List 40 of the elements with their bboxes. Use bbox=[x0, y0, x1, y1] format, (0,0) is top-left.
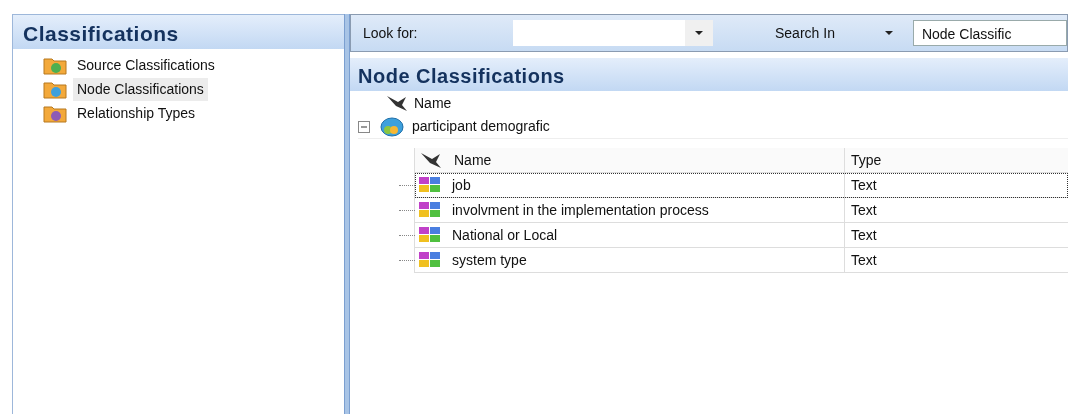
column-header[interactable]: Type bbox=[845, 149, 882, 171]
table-row[interactable]: National or Local Text bbox=[415, 223, 1068, 248]
table-cell-text: job bbox=[452, 175, 471, 195]
panel-title: Node Classifications bbox=[350, 58, 1068, 91]
tree-item[interactable]: Node Classifications bbox=[73, 77, 208, 101]
tree-item[interactable]: Source Classifications bbox=[73, 53, 219, 77]
look-for-label: Look for: bbox=[363, 23, 419, 43]
table-cell-text: system type bbox=[452, 250, 527, 270]
tree-line bbox=[399, 210, 415, 211]
grid-icon bbox=[418, 201, 442, 219]
tree-item[interactable]: Relationship Types bbox=[73, 101, 200, 125]
tree-line bbox=[399, 185, 415, 186]
grid-icon bbox=[418, 176, 442, 194]
table-cell-text: Text bbox=[850, 250, 877, 270]
table-cell-text: National or Local bbox=[452, 225, 558, 245]
table-cell-text: Text bbox=[850, 200, 877, 220]
tree-line bbox=[399, 260, 415, 261]
grid-icon bbox=[418, 226, 442, 244]
tree-line bbox=[399, 235, 415, 236]
pin-icon[interactable] bbox=[418, 150, 444, 170]
table-cell-text: involvment in the implementation process bbox=[452, 200, 709, 220]
folder-icon bbox=[43, 55, 67, 75]
look-for-field[interactable] bbox=[513, 20, 713, 46]
column-header[interactable]: Name bbox=[454, 149, 492, 171]
collapse-icon[interactable] bbox=[358, 120, 370, 133]
table-row[interactable]: system type Text bbox=[415, 248, 1068, 273]
group-label[interactable]: participant demografic bbox=[412, 116, 550, 137]
pin-icon[interactable] bbox=[384, 93, 410, 113]
group-icon bbox=[378, 115, 404, 138]
column-header[interactable]: Name bbox=[414, 92, 452, 114]
table-row[interactable]: job Text bbox=[415, 173, 1068, 198]
panel-title: Classifications bbox=[13, 15, 344, 49]
grid-icon bbox=[418, 251, 442, 269]
table-cell-text: Text bbox=[850, 175, 877, 195]
folder-icon bbox=[43, 103, 67, 123]
search-in-label: Search In bbox=[775, 23, 835, 43]
table-cell-text: Text bbox=[850, 225, 877, 245]
search-in-field[interactable]: Node Classific bbox=[912, 20, 1067, 46]
table-row[interactable]: involvment in the implementation process Text bbox=[415, 198, 1068, 223]
folder-icon bbox=[43, 79, 67, 99]
